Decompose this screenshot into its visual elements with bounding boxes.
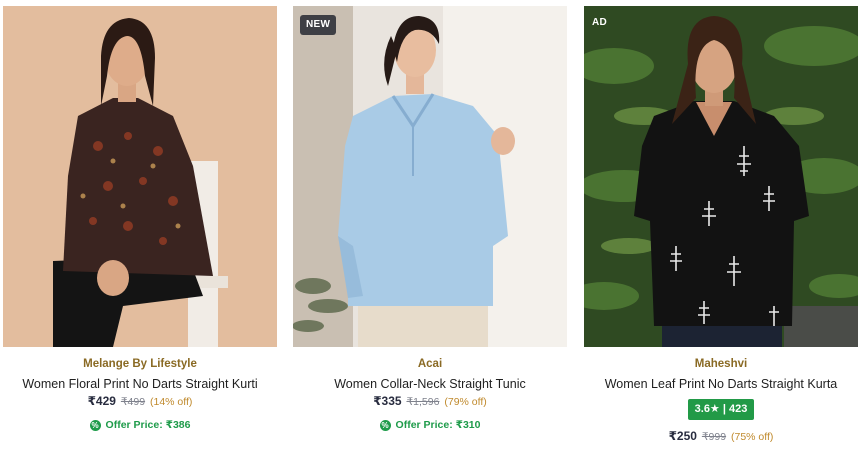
rating-badge: 3.6★ | 423 <box>687 399 755 420</box>
original-price: ₹499 <box>120 396 146 408</box>
offer-price-label: Offer Price: ₹310 <box>395 419 481 431</box>
selling-price: ₹250 <box>668 429 697 443</box>
product-image[interactable] <box>3 6 277 347</box>
offer-price-label: Offer Price: ₹386 <box>105 419 191 431</box>
price-row: ₹250 ₹999 (75% off) <box>584 429 858 444</box>
percent-badge-icon: % <box>89 419 101 431</box>
product-card[interactable]: NEW Acai Women Collar-Neck Straight Tuni… <box>293 6 567 450</box>
product-info: Maheshvi Women Leaf Print No Darts Strai… <box>584 357 858 444</box>
discount-percent: (14% off) <box>150 396 193 408</box>
original-price: ₹1,596 <box>406 396 440 408</box>
brand-name[interactable]: Acai <box>293 357 567 371</box>
price-row: ₹335 ₹1,596 (79% off) <box>293 394 567 409</box>
offer-price: % Offer Price: ₹310 <box>293 418 567 432</box>
product-card[interactable]: AD Maheshvi Women Leaf Print No Darts St… <box>584 6 858 450</box>
product-image[interactable] <box>584 6 858 347</box>
product-grid: Melange By Lifestyle Women Floral Print … <box>0 0 859 450</box>
selling-price: ₹335 <box>373 394 402 408</box>
offer-price: % Offer Price: ₹386 <box>3 418 277 432</box>
percent-badge-icon: % <box>379 419 391 431</box>
discount-percent: (79% off) <box>444 396 487 408</box>
discount-percent: (75% off) <box>731 431 774 443</box>
product-info: Acai Women Collar-Neck Straight Tunic ₹3… <box>293 357 567 432</box>
product-info: Melange By Lifestyle Women Floral Print … <box>3 357 277 432</box>
ad-badge: AD <box>592 17 608 28</box>
product-title[interactable]: Women Collar-Neck Straight Tunic <box>293 376 567 393</box>
selling-price: ₹429 <box>87 394 116 408</box>
brand-name[interactable]: Maheshvi <box>584 357 858 371</box>
product-title[interactable]: Women Leaf Print No Darts Straight Kurta <box>584 376 858 393</box>
price-row: ₹429 ₹499 (14% off) <box>3 394 277 409</box>
original-price: ₹999 <box>701 431 727 443</box>
brand-name[interactable]: Melange By Lifestyle <box>3 357 277 371</box>
product-card[interactable]: Melange By Lifestyle Women Floral Print … <box>3 6 277 450</box>
product-image[interactable] <box>293 6 567 347</box>
new-badge: NEW <box>300 15 337 35</box>
product-title[interactable]: Women Floral Print No Darts Straight Kur… <box>3 376 277 393</box>
